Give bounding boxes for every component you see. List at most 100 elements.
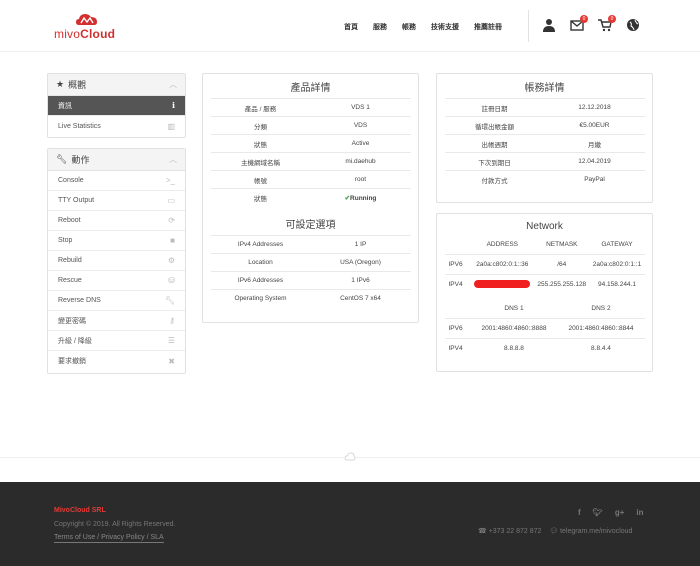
sidebar-item-label: Rescue	[58, 277, 82, 284]
twitter-icon[interactable]: 🐦︎	[593, 508, 603, 517]
key-icon: ⚷	[169, 316, 175, 325]
actions-panel: 🔧︎ 動作 ︿ Console >_ TTY Output ▭ Reboot ⟳ St…	[47, 148, 186, 374]
row-key: 產品 / 服務	[210, 98, 311, 117]
chevron-up-icon[interactable]: ︿	[169, 154, 177, 165]
footer-links[interactable]: Terms of Use / Privacy Policy / SLA	[54, 534, 164, 543]
row-value: €5.00EUR	[544, 116, 645, 135]
row-value: VDS	[310, 116, 411, 135]
row-key: 主機網域名稱	[210, 152, 311, 171]
row-key: IPv4 Addresses	[210, 234, 311, 253]
footer-telegram[interactable]: telegram.me/mivocloud	[560, 528, 632, 535]
empty-header	[445, 236, 471, 254]
row-key: Location	[210, 252, 311, 271]
table-row: 循環出帳金額 €5.00EUR	[444, 116, 645, 135]
sidebar-item-stop[interactable]: Stop ■	[48, 231, 185, 251]
column-header: DNS 1	[504, 305, 524, 313]
chevron-up-icon[interactable]: ︿	[169, 79, 177, 90]
sidebar-item-upgrade-downgrade[interactable]: 升級 / 降級 ☰	[48, 331, 185, 351]
row-key: 註冊日期	[444, 98, 545, 117]
sliders-icon: ☰	[167, 336, 175, 345]
row-value: PayPal	[544, 170, 645, 189]
sidebar-item-reverse-dns[interactable]: Reverse DNS 🔧︎	[48, 291, 185, 311]
sidebar-item-reboot[interactable]: Reboot ⟳	[48, 211, 185, 231]
table-row: 狀態 Active	[210, 134, 411, 153]
footer-phone[interactable]: +373 22 872 872	[489, 528, 542, 535]
facebook-icon[interactable]: f	[578, 508, 581, 517]
row-value: VDS 1	[310, 98, 411, 117]
row-key: 付款方式	[444, 170, 545, 189]
footer-contact: ☎ +373 22 872 872 💬︎ telegram.me/mivoclo…	[478, 527, 632, 535]
mivocloud-logo[interactable]: mivoCloud	[54, 12, 122, 41]
table-header-row: ADDRESS NETMASK GATEWAY	[445, 236, 645, 254]
table-row: 狀態 ✔Running	[210, 188, 411, 207]
table-row: Operating System CentOS 7 x64	[210, 288, 411, 307]
nav-divider	[528, 10, 529, 42]
actions-panel-header[interactable]: 🔧︎ 動作 ︿	[48, 149, 185, 171]
row-key: 下次到期日	[444, 152, 545, 171]
row-key: IPv6 Addresses	[210, 270, 311, 289]
table-row: 分類 VDS	[210, 116, 411, 135]
empty-header	[445, 300, 471, 318]
cloud-logo-icon	[76, 14, 97, 25]
mail-icon[interactable]: 0	[570, 15, 588, 32]
actions-title: 動作	[71, 155, 90, 165]
sidebar-item-live-statistics[interactable]: Live Statistics ▥	[48, 116, 185, 136]
cloud-icon	[344, 452, 356, 462]
google-plus-icon[interactable]: g+	[615, 508, 625, 517]
row-label: IPV6	[444, 253, 471, 274]
monitor-icon: ▭	[167, 196, 175, 205]
nav-affiliates[interactable]: 推薦註冊	[474, 22, 502, 32]
column-header: DNS 2	[591, 305, 611, 313]
wrench-icon: 🔧︎	[56, 154, 68, 164]
sidebar-item-request-cancellation[interactable]: 要求撤銷 ✖	[48, 351, 185, 371]
row-key: 狀態	[210, 188, 311, 207]
nav-support[interactable]: 技術支援	[431, 22, 459, 32]
ipv4-gateway: 94.158.244.1	[589, 273, 645, 294]
refresh-icon: ⟳	[168, 216, 175, 225]
sidebar-item-console[interactable]: Console >_	[48, 171, 185, 191]
sidebar-item-rescue[interactable]: Rescue ⛁	[48, 271, 185, 291]
ipv4-address-redacted	[470, 273, 535, 294]
dns2-value: 8.8.4.4	[557, 337, 645, 358]
config-options-table: IPv4 Addresses 1 IP Location USA (Oregon) …	[210, 234, 411, 307]
nav-billing[interactable]: 帳務	[402, 22, 416, 32]
redaction-mark	[474, 280, 531, 289]
ipv6-netmask: /64	[534, 253, 590, 274]
wrench-icon: 🔧︎	[164, 296, 175, 305]
ipv6-gateway: 2a0a:c802:0:1::1	[589, 253, 645, 274]
product-details-title: 產品詳情	[290, 83, 331, 94]
row-value: Active	[310, 134, 411, 153]
site-footer: MivoCloud SRL Copyright © 2019. All Righ…	[0, 482, 700, 566]
row-value: 月繳	[544, 134, 645, 153]
globe-icon[interactable]	[626, 18, 640, 32]
terminal-icon: >_	[165, 176, 175, 185]
network-address-table: ADDRESS NETMASK GATEWAY IPV6 2a0a:c802:0…	[444, 236, 645, 294]
sidebar-item-label: 升級 / 降級	[58, 337, 92, 345]
sidebar-item-tty-output[interactable]: TTY Output ▭	[48, 191, 185, 211]
user-icon[interactable]	[542, 18, 556, 32]
ipv4-netmask: 255.255.255.128	[534, 273, 590, 294]
overview-panel: ★ 概觀 ︿ 資訊 ℹ Live Statistics ▥	[47, 73, 186, 138]
mail-badge: 0	[580, 15, 588, 23]
linkedin-icon[interactable]: in	[636, 508, 643, 517]
chart-icon: ▥	[167, 121, 175, 131]
row-value: 1 IP	[310, 234, 411, 253]
sidebar-item-change-password[interactable]: 變更密碼 ⚷	[48, 311, 185, 331]
nav-services[interactable]: 服務	[373, 22, 387, 32]
row-value: 12.12.2018	[544, 98, 645, 117]
running-status-label: Running	[350, 194, 377, 202]
row-value: 12.04.2019	[544, 152, 645, 171]
main-nav: 首頁 服務 帳務 技術支援 推薦註冊	[344, 22, 517, 32]
nav-home[interactable]: 首頁	[344, 22, 358, 32]
sidebar-item-info[interactable]: 資訊 ℹ	[48, 96, 185, 116]
overview-panel-header[interactable]: ★ 概觀 ︿	[48, 74, 185, 96]
overview-title: 概觀	[68, 80, 87, 90]
cart-icon[interactable]: 0	[598, 15, 616, 32]
billing-details-table: 註冊日期 12.12.2018 循環出帳金額 €5.00EUR 出帳週期 月繳 下次到…	[444, 98, 645, 189]
cross-icon: ✖	[168, 356, 175, 366]
sidebar-item-rebuild[interactable]: Rebuild ⚙	[48, 251, 185, 271]
row-key: 分類	[210, 116, 311, 135]
billing-details-title: 帳務詳情	[524, 83, 565, 94]
table-row: IPv6 Addresses 1 IPv6	[210, 270, 411, 289]
sidebar-item-label: TTY Output	[58, 197, 95, 204]
